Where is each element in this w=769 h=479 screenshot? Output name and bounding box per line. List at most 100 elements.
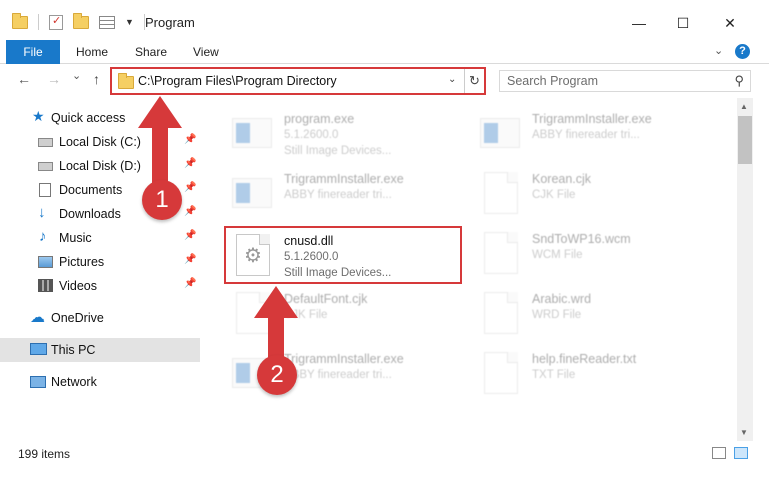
file-name: DefaultFont.cjk	[284, 292, 368, 306]
folder-icon	[118, 73, 134, 89]
sidebar-item-label: Pictures	[59, 255, 105, 269]
properties-icon[interactable]	[49, 14, 63, 30]
tab-home[interactable]: Home	[76, 40, 108, 64]
document-icon	[480, 352, 522, 394]
title-bar: ▼ Program — ☐ ✕	[0, 0, 769, 40]
refresh-icon[interactable]: ↻	[464, 69, 484, 93]
pin-icon[interactable]: 📌	[184, 206, 196, 217]
sidebar-item-label: OneDrive	[51, 311, 104, 325]
details-view-icon[interactable]	[712, 447, 726, 459]
file-name: Korean.cjk	[532, 172, 592, 186]
help-icon[interactable]: ?	[735, 44, 750, 59]
file-item[interactable]: SndToWP16.wcm WCM File	[474, 226, 714, 282]
file-detail: CJK File	[532, 189, 576, 201]
download-arrow-icon: ↓	[38, 204, 46, 221]
sidebar-item-local-disk-c[interactable]: Local Disk (C:) 📌	[0, 130, 200, 154]
sidebar-item-label: This PC	[51, 343, 96, 357]
address-bar[interactable]: C:\Program Files\Program Directory ⌄ ↻	[110, 67, 486, 95]
file-name: help.fineReader.txt	[532, 352, 637, 366]
scroll-up-icon[interactable]: ▲	[740, 102, 748, 111]
sidebar-item-label: Music	[59, 231, 92, 245]
tab-share[interactable]: Share	[135, 40, 167, 64]
file-name: Arabic.wrd	[532, 292, 592, 306]
star-icon: ★	[32, 108, 45, 124]
address-dropdown-chevron-icon[interactable]: ⌄	[448, 74, 456, 85]
scroll-down-icon[interactable]: ▼	[740, 428, 748, 437]
navigation-pane: ★ Quick access Local Disk (C:) 📌 Local D…	[0, 98, 200, 438]
file-name: TrigrammInstaller.exe	[284, 352, 404, 366]
sidebar-item-this-pc[interactable]: This PC	[0, 338, 200, 362]
tab-view[interactable]: View	[193, 40, 219, 64]
file-item[interactable]: Korean.cjk CJK File	[474, 166, 714, 222]
sidebar-item-quick-access[interactable]: ★ Quick access	[0, 106, 200, 130]
status-bar: 199 items	[0, 441, 769, 466]
close-button[interactable]: ✕	[715, 10, 745, 36]
network-icon	[30, 376, 46, 388]
step-two-badge: 2	[257, 355, 297, 395]
sidebar-item-music[interactable]: ♪ Music 📌	[0, 226, 200, 250]
window-title: Program	[145, 15, 195, 30]
sidebar-item-label: Local Disk (C:)	[59, 135, 141, 149]
large-icons-view-icon[interactable]	[734, 447, 748, 459]
view-options-icon[interactable]	[99, 15, 115, 29]
file-item[interactable]: TrigrammInstaller.exe ABBY finereader tr…	[226, 166, 466, 222]
sidebar-item-local-disk-d[interactable]: Local Disk (D:) 📌	[0, 154, 200, 178]
recent-locations-chevron-icon[interactable]: ⌄	[72, 69, 81, 82]
sidebar-item-videos[interactable]: Videos 📌	[0, 274, 200, 298]
document-icon	[480, 232, 522, 274]
vertical-scrollbar[interactable]: ▲ ▼	[737, 98, 753, 441]
customize-toolbar-chevron-icon[interactable]: ▼	[125, 17, 134, 27]
file-item[interactable]: DefaultFont.cjk CJK File	[226, 286, 466, 342]
sidebar-item-label: Documents	[59, 183, 123, 197]
sidebar-item-pictures[interactable]: Pictures 📌	[0, 250, 200, 274]
forward-button[interactable]: →	[47, 71, 61, 87]
up-button[interactable]: ↑	[93, 71, 100, 87]
file-name: TrigrammInstaller.exe	[532, 112, 652, 126]
file-detail: ABBY finereader tri...	[532, 129, 640, 141]
picture-icon	[38, 256, 53, 268]
tab-file[interactable]: File	[6, 40, 60, 64]
expand-ribbon-chevron-icon[interactable]: ⌄	[714, 44, 723, 57]
file-detail: WRD File	[532, 309, 582, 321]
minimize-button[interactable]: —	[624, 10, 654, 36]
pin-icon[interactable]: 📌	[184, 182, 196, 193]
maximize-button[interactable]: ☐	[668, 10, 698, 36]
sidebar-item-label: Quick access	[51, 111, 126, 125]
pin-icon[interactable]: 📌	[184, 254, 196, 265]
new-folder-icon[interactable]	[73, 12, 89, 29]
pin-icon[interactable]: 📌	[184, 230, 196, 241]
search-input[interactable]: Search Program ⚲	[499, 70, 751, 92]
pin-icon[interactable]: 📌	[184, 278, 196, 289]
back-button[interactable]: ←	[17, 71, 31, 87]
music-note-icon: ♪	[39, 228, 47, 245]
ribbon-tabs: File Home Share View ⌄ ?	[0, 40, 769, 64]
sidebar-item-label: Downloads	[59, 207, 121, 221]
file-item[interactable]: Arabic.wrd WRD File	[474, 286, 714, 342]
document-icon	[480, 172, 522, 214]
file-detail: WCM File	[532, 249, 583, 261]
sidebar-item-label: Local Disk (D:)	[59, 159, 141, 173]
search-icon[interactable]: ⚲	[734, 73, 744, 89]
file-name: program.exe	[284, 112, 355, 126]
scrollbar-thumb[interactable]	[738, 116, 752, 164]
film-icon	[38, 279, 53, 292]
address-path[interactable]: C:\Program Files\Program Directory	[138, 74, 337, 88]
pin-icon[interactable]: 📌	[184, 134, 196, 145]
quick-access-toolbar: ▼	[12, 12, 145, 30]
cloud-icon: ☁	[30, 309, 45, 326]
sidebar-item-label: Videos	[59, 279, 97, 293]
file-item[interactable]: help.fineReader.txt TXT File	[474, 346, 714, 402]
file-item[interactable]: program.exe 5.1.2600.0 Still Image Devic…	[226, 106, 466, 162]
document-icon	[480, 292, 522, 334]
pin-icon[interactable]: 📌	[184, 158, 196, 169]
file-name: TrigrammInstaller.exe	[284, 172, 404, 186]
sidebar-item-network[interactable]: Network	[0, 370, 200, 394]
file-detail: ABBY finereader tri...	[284, 189, 392, 201]
sidebar-item-onedrive[interactable]: ☁ OneDrive	[0, 306, 200, 330]
file-item[interactable]: TrigrammInstaller.exe ABBY finereader tr…	[474, 106, 714, 162]
file-detail: Still Image Devices...	[284, 145, 392, 157]
drive-icon	[38, 138, 53, 147]
application-icon	[232, 172, 274, 214]
search-placeholder: Search Program	[507, 74, 599, 88]
file-detail: TXT File	[532, 369, 576, 381]
